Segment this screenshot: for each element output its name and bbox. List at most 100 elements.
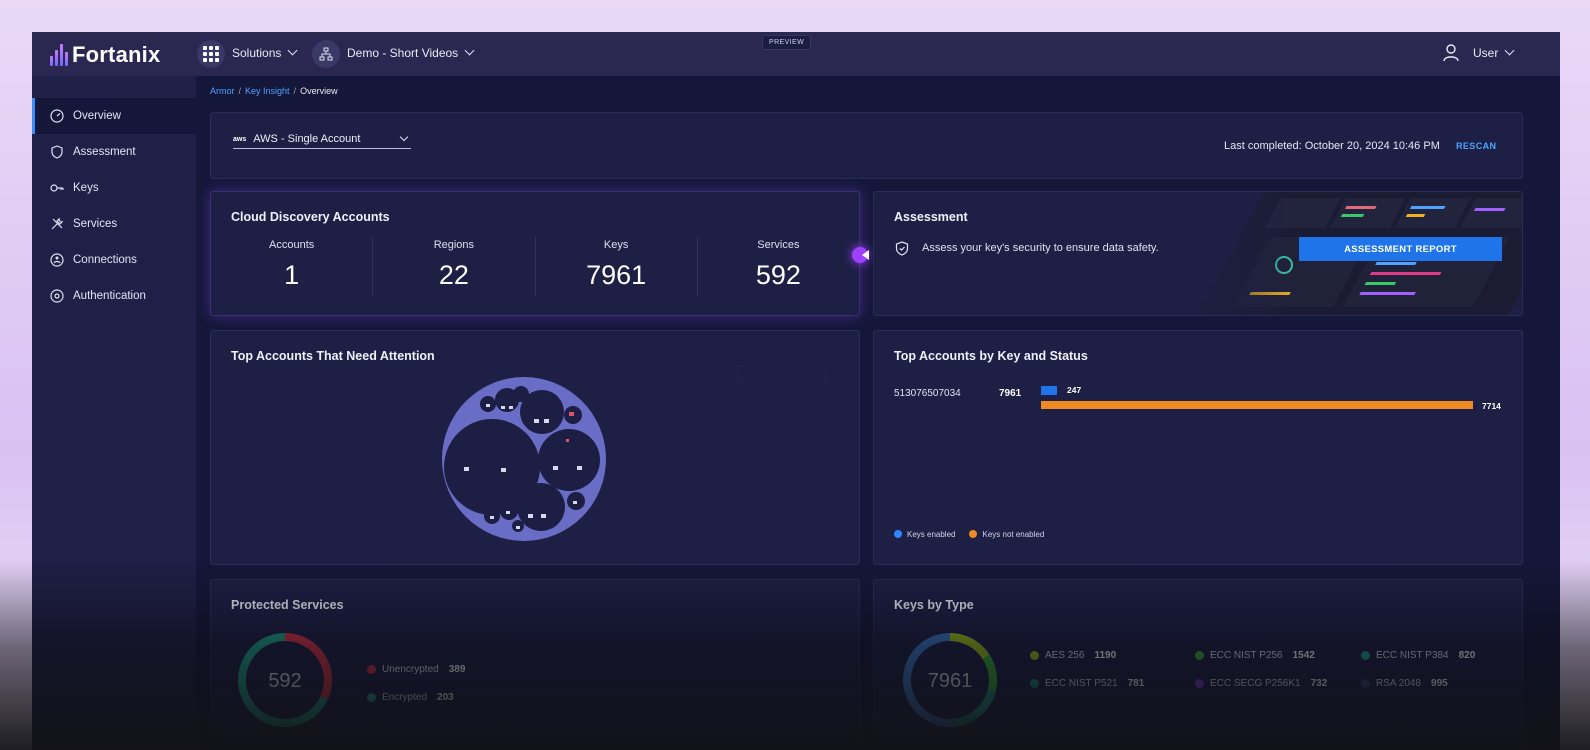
card-title: Cloud Discovery Accounts <box>231 210 390 224</box>
bubble-chart[interactable] <box>441 376 607 542</box>
legend-value: 203 <box>437 692 454 703</box>
legend-label: RSA 2048 <box>1376 678 1422 689</box>
legend-dot-icon <box>1361 679 1370 688</box>
legend-item-ecc-secg-p256k1[interactable]: ECC SECG P256K1 732 <box>1195 678 1327 689</box>
connections-icon <box>50 253 64 267</box>
sidebar-item-label: Connections <box>73 254 137 266</box>
card-title: Protected Services <box>231 598 344 612</box>
sidebar: Overview Assessment Keys Services Connec… <box>32 76 196 750</box>
bar-keys-not-enabled-label: 7714 <box>1482 401 1501 411</box>
donut-center-value: 7961 <box>928 670 973 692</box>
legend-label: ECC NIST P256 <box>1210 650 1283 661</box>
tools-icon <box>50 217 64 231</box>
stat-keys: Keys 7961 <box>536 237 698 297</box>
user-label: User <box>1473 46 1499 60</box>
cloud-discovery-card: Cloud Discovery Accounts Accounts 1 Regi… <box>210 191 860 316</box>
sidebar-item-authentication[interactable]: Authentication <box>32 278 196 314</box>
legend-dot-icon <box>1030 679 1039 688</box>
bar-keys-enabled[interactable] <box>1041 386 1057 395</box>
legend-item-keys-enabled[interactable]: Keys enabled <box>894 529 955 539</box>
account-id-label: 513076507034 <box>894 388 961 399</box>
legend-dot-icon <box>1030 651 1039 660</box>
user-icon[interactable] <box>1443 44 1459 62</box>
chart-legend: Keys enabled Keys not enabled <box>894 529 1044 539</box>
solutions-label: Solutions <box>232 46 282 60</box>
stats-row: Accounts 1 Regions 22 Keys 7961 Services… <box>211 237 859 297</box>
donut-segment-ecc-p384[interactable] <box>973 688 996 718</box>
legend-item-ecc-nist-p521[interactable]: ECC NIST P521 781 <box>1030 678 1144 689</box>
workspace-icon-button[interactable] <box>312 40 340 68</box>
alert-marker-icon <box>566 439 569 442</box>
top-bar: Fortanix Solutions Demo - Short Videos P… <box>32 32 1560 76</box>
assessment-description: Assess your key's security to ensure dat… <box>922 242 1159 254</box>
legend-label: AES 256 <box>1045 650 1085 661</box>
logo-mark-icon <box>50 44 68 66</box>
legend-item-keys-not-enabled[interactable]: Keys not enabled <box>969 529 1044 539</box>
breadcrumb-link-armor[interactable]: Armor <box>210 86 235 96</box>
logo-text: Fortanix <box>72 42 161 67</box>
apps-grid-button[interactable] <box>197 40 225 68</box>
sidebar-item-label: Overview <box>73 110 121 122</box>
stat-value: 592 <box>755 260 801 290</box>
bubble[interactable] <box>538 429 600 491</box>
donut-segment-aes256[interactable] <box>949 633 990 660</box>
legend-item-ecc-nist-p384[interactable]: ECC NIST P384 820 <box>1361 650 1475 661</box>
bar-keys-not-enabled[interactable] <box>1041 401 1473 409</box>
legend-value: 820 <box>1458 650 1476 661</box>
legend-label: Unencrypted <box>382 664 439 675</box>
sidebar-item-label: Services <box>73 218 118 230</box>
donut-center-value: 592 <box>268 670 301 692</box>
bubble[interactable] <box>517 483 565 531</box>
legend-item-ecc-nist-p256[interactable]: ECC NIST P256 1542 <box>1195 650 1315 661</box>
key-icon <box>50 181 64 195</box>
sidebar-item-assessment[interactable]: Assessment <box>32 134 196 170</box>
account-bar: aws AWS - Single Account Last completed:… <box>210 112 1523 179</box>
breadcrumb-link-key-insight[interactable]: Key Insight <box>245 86 290 96</box>
legend-item-encrypted[interactable]: Encrypted 203 <box>367 692 454 703</box>
account-select[interactable]: aws AWS - Single Account <box>233 132 411 149</box>
stat-value: 1 <box>284 260 300 290</box>
sidebar-item-overview[interactable]: Overview <box>32 98 196 134</box>
assessment-report-button[interactable]: ASSESSMENT REPORT <box>1299 237 1502 261</box>
sidebar-item-label: Keys <box>73 182 99 194</box>
card-title: Top Accounts That Need Attention <box>231 349 435 363</box>
solutions-menu[interactable]: Solutions <box>232 45 298 60</box>
chart-toolbar-icon[interactable] <box>736 363 831 387</box>
stat-label: Accounts <box>269 239 315 251</box>
legend-item-rsa-2048[interactable]: RSA 2048 995 <box>1361 678 1448 689</box>
legend-item-aes256[interactable]: AES 256 1190 <box>1030 650 1116 661</box>
bar-keys-enabled-label: 247 <box>1067 385 1082 395</box>
account-select-value: AWS - Single Account <box>253 133 361 145</box>
sidebar-item-services[interactable]: Services <box>32 206 196 242</box>
legend-dot-icon <box>969 530 978 538</box>
stat-value: 7961 <box>586 260 647 290</box>
hierarchy-icon <box>319 47 333 61</box>
stat-accounts: Accounts 1 <box>211 237 374 297</box>
donut-segment-ecc-p521[interactable] <box>951 710 979 727</box>
user-menu[interactable]: User <box>1473 45 1515 60</box>
legend-dot-icon <box>1361 651 1370 660</box>
sidebar-item-keys[interactable]: Keys <box>32 170 196 206</box>
legend-label: Keys not enabled <box>982 530 1045 539</box>
alert-marker-icon <box>569 412 574 416</box>
legend-item-unencrypted[interactable]: Unencrypted 389 <box>367 664 465 675</box>
legend-label: ECC SECG P256K1 <box>1210 678 1301 689</box>
rescan-button[interactable]: RESCAN <box>1456 141 1496 151</box>
keys-by-type-donut[interactable]: 7961 <box>900 630 1000 730</box>
bubble[interactable] <box>513 386 529 402</box>
attention-card: Top Accounts That Need Attention <box>210 330 860 565</box>
breadcrumb-current: Overview <box>300 86 338 96</box>
card-title: Assessment <box>894 210 968 224</box>
fortanix-logo[interactable]: Fortanix <box>50 42 160 68</box>
stat-regions: Regions 22 <box>373 237 536 297</box>
gauge-icon <box>50 109 64 123</box>
legend-dot-icon <box>894 530 902 538</box>
sidebar-item-label: Authentication <box>73 290 146 302</box>
sidebar-item-connections[interactable]: Connections <box>32 242 196 278</box>
stat-label: Services <box>757 239 800 251</box>
app-window: Fortanix Solutions Demo - Short Videos P… <box>32 32 1560 750</box>
protected-services-donut[interactable]: 592 <box>235 630 335 730</box>
legend-dot-icon <box>367 665 376 674</box>
workspace-selector[interactable]: Demo - Short Videos <box>347 45 475 60</box>
donut-segment-ecc-p256[interactable] <box>982 654 998 691</box>
